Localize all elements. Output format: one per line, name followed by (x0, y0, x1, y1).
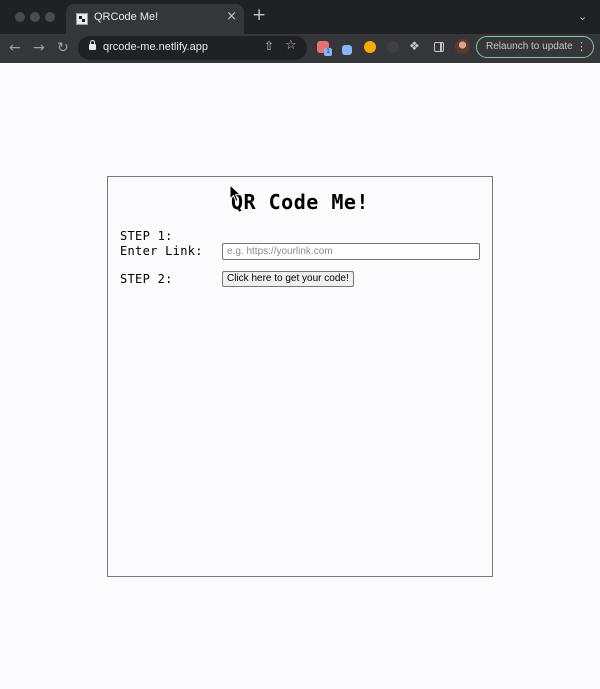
tab-close-icon[interactable]: × (226, 9, 237, 24)
qr-favicon-icon (76, 13, 88, 25)
browser-toolbar: ← → ↻ qrcode-me.netlify.app ⇧ ☆ 1 ❖ Rela… (0, 34, 600, 63)
url-text: qrcode-me.netlify.app (103, 41, 208, 53)
address-bar[interactable]: qrcode-me.netlify.app ⇧ ☆ (78, 36, 307, 60)
forward-arrow-icon[interactable]: → (33, 38, 45, 58)
lock-icon[interactable] (89, 40, 96, 50)
tab-qrcode-me[interactable]: QRCode Me! × (66, 4, 244, 34)
menu-kebab-icon[interactable]: ⋮ (576, 37, 587, 57)
get-code-button[interactable]: Click here to get your code! (222, 271, 354, 287)
back-arrow-icon[interactable]: ← (9, 38, 21, 58)
mouse-pointer-icon (229, 184, 242, 203)
relaunch-label: Relaunch to update (486, 41, 573, 52)
tab-strip: QRCode Me! × + ⌄ (0, 0, 600, 34)
extension-blue-icon[interactable] (342, 45, 352, 55)
reload-icon[interactable]: ↻ (57, 38, 69, 58)
share-icon[interactable]: ⇧ (264, 39, 274, 53)
maximize-window-button[interactable] (45, 12, 55, 22)
bookmark-star-icon[interactable]: ☆ (285, 38, 297, 53)
side-panel-icon[interactable] (434, 42, 444, 52)
extensions-puzzle-icon[interactable]: ❖ (409, 39, 420, 53)
step1-label: STEP 1: (120, 229, 173, 243)
link-input[interactable] (222, 243, 480, 260)
tab-title: QRCode Me! (94, 11, 159, 23)
page-title: QR Code Me! (231, 190, 369, 214)
step2-label: STEP 2: (120, 272, 173, 286)
browser-chrome: QRCode Me! × + ⌄ ← → ↻ qrcode-me.netlify… (0, 0, 600, 63)
profile-avatar[interactable] (455, 39, 470, 54)
new-tab-button[interactable]: + (252, 7, 266, 24)
enter-link-label: Enter Link: (120, 244, 203, 258)
extension-red-icon[interactable]: 1 (317, 41, 332, 56)
minimize-window-button[interactable] (30, 12, 40, 22)
extension-dark-icon[interactable] (387, 41, 399, 53)
relaunch-to-update-button[interactable]: Relaunch to update ⋮ (476, 36, 594, 58)
extension-yellow-icon[interactable] (364, 41, 376, 53)
tab-search-chevron-icon[interactable]: ⌄ (578, 10, 587, 23)
close-window-button[interactable] (15, 12, 25, 22)
extension-badge: 1 (324, 48, 332, 56)
